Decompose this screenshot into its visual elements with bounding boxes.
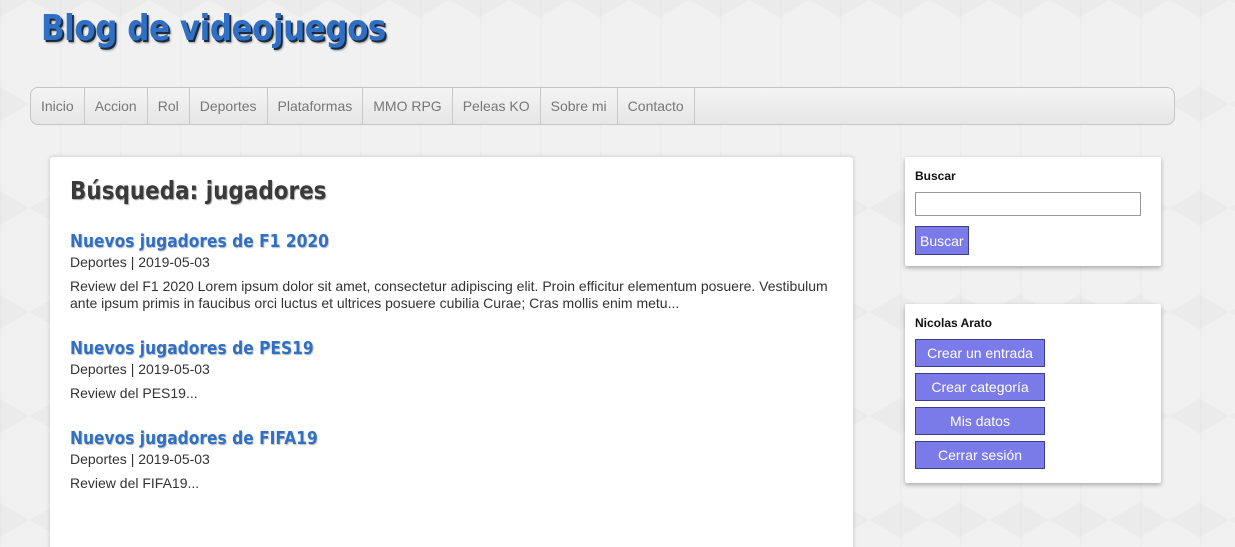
post-item: Nuevos jugadores de F1 2020 Deportes | 2… (70, 231, 833, 312)
search-widget: Buscar Buscar (905, 157, 1161, 266)
post-excerpt: Review del FIFA19... (70, 475, 200, 491)
nav-item-deportes[interactable]: Deportes (190, 88, 268, 124)
post-title-link[interactable]: Nuevos jugadores de F1 2020 (70, 231, 726, 253)
nav-item-inicio[interactable]: Inicio (31, 88, 85, 124)
post-excerpt: Review del PES19... (70, 385, 198, 401)
logout-button[interactable]: Cerrar sesión (915, 441, 1045, 469)
nav-item-mmo-rpg[interactable]: MMO RPG (363, 88, 453, 124)
post-title-link[interactable]: Nuevos jugadores de PES19 (70, 338, 726, 360)
nav-item-sobre-mi[interactable]: Sobre mi (541, 88, 618, 124)
post-item: Nuevos jugadores de PES19 Deportes | 201… (70, 338, 833, 402)
my-data-button[interactable]: Mis datos (915, 407, 1045, 435)
user-name: Nicolas Arato (915, 316, 992, 330)
search-input[interactable] (915, 192, 1141, 216)
create-category-button[interactable]: Crear categoría (915, 373, 1045, 401)
post-meta: Deportes | 2019-05-03 (70, 254, 210, 270)
post-meta: Deportes | 2019-05-03 (70, 361, 210, 377)
nav-item-plataformas[interactable]: Plataformas (268, 88, 364, 124)
post-item: Nuevos jugadores de FIFA19 Deportes | 20… (70, 428, 833, 492)
post-title-link[interactable]: Nuevos jugadores de FIFA19 (70, 428, 726, 450)
nav-item-peleas-ko[interactable]: Peleas KO (453, 88, 541, 124)
post-meta: Deportes | 2019-05-03 (70, 451, 210, 467)
main-navigation: Inicio Accion Rol Deportes Plataformas M… (30, 87, 1175, 125)
post-excerpt: Review del F1 2020 Lorem ipsum dolor sit… (70, 278, 828, 311)
main-content: Búsqueda: jugadores Nuevos jugadores de … (50, 157, 853, 547)
search-button[interactable]: Buscar (915, 226, 969, 255)
page-title: Búsqueda: jugadores (70, 176, 327, 205)
nav-item-accion[interactable]: Accion (85, 88, 148, 124)
create-post-button[interactable]: Crear un entrada (915, 339, 1045, 367)
user-widget: Nicolas Arato Crear un entrada Crear cat… (905, 304, 1161, 483)
site-title[interactable]: Blog de videojuegos (41, 8, 386, 49)
nav-item-rol[interactable]: Rol (148, 88, 190, 124)
nav-item-contacto[interactable]: Contacto (618, 88, 695, 124)
search-widget-title: Buscar (915, 169, 956, 183)
